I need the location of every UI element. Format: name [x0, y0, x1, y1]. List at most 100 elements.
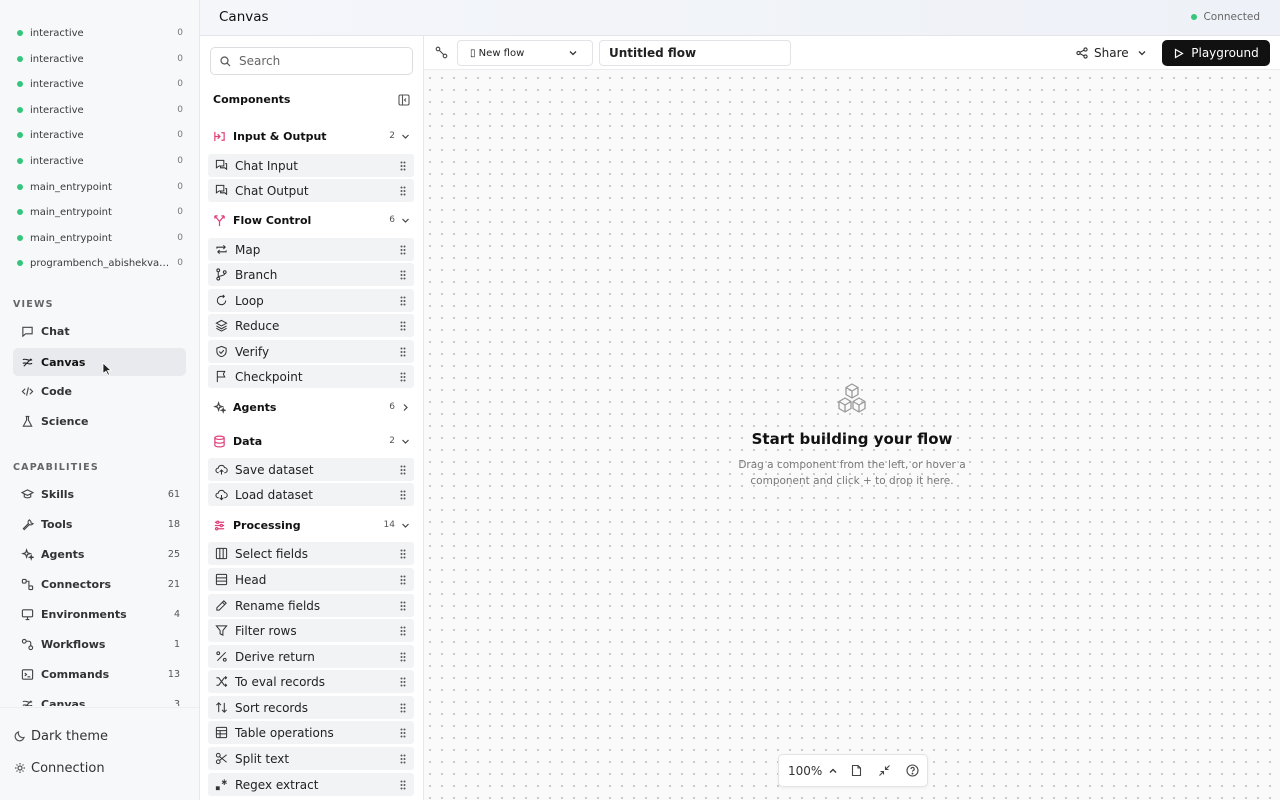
nav-item-agents[interactable]: Agents 25 — [13, 540, 186, 568]
nav-item-canvas[interactable]: Canvas — [13, 348, 186, 376]
search-input[interactable]: Search — [210, 47, 413, 75]
nav-item-code[interactable]: Code — [13, 377, 186, 405]
nav-item-chat[interactable]: Chat — [13, 317, 186, 345]
chat-bubbles-icon — [215, 184, 228, 196]
category-count: 14 — [383, 520, 395, 530]
drag-handle-icon[interactable] — [400, 372, 406, 382]
empty-state-description: Drag a component from the left, or hover… — [738, 459, 966, 487]
component-table-operations[interactable]: Table operations — [208, 721, 414, 744]
component-map[interactable]: Map — [208, 238, 414, 261]
session-item[interactable]: main_entrypoint 0 — [17, 202, 183, 222]
drag-handle-icon[interactable] — [400, 677, 406, 687]
nav-item-workflows[interactable]: Workflows 1 — [13, 630, 186, 658]
drag-handle-icon[interactable] — [400, 465, 406, 475]
session-count: 0 — [177, 233, 183, 243]
session-item[interactable]: interactive 0 — [17, 23, 183, 43]
component-sort-records[interactable]: Sort records — [208, 696, 414, 719]
component-reduce[interactable]: Reduce — [208, 314, 414, 337]
component-label: Derive return — [235, 649, 315, 664]
dark-theme-toggle[interactable]: Dark theme — [14, 725, 108, 747]
session-item[interactable]: interactive 0 — [17, 125, 183, 145]
input-output-icon — [214, 131, 225, 141]
nav-item-commands[interactable]: Commands 13 — [13, 660, 186, 688]
drag-handle-icon[interactable] — [400, 728, 406, 738]
component-loop[interactable]: Loop — [208, 289, 414, 312]
drag-handle-icon[interactable] — [400, 270, 406, 280]
component-split-text[interactable]: Split text — [208, 747, 414, 770]
category-flow-control[interactable]: Flow Control 6 — [213, 209, 413, 231]
component-chat-output[interactable]: Chat Output — [208, 179, 414, 202]
component-checkpoint[interactable]: Checkpoint — [208, 365, 414, 388]
component-verify[interactable]: Verify — [208, 340, 414, 363]
drag-handle-icon[interactable] — [400, 703, 406, 713]
session-item[interactable]: main_entrypoint 0 — [17, 228, 183, 248]
category-processing[interactable]: Processing 14 — [213, 514, 413, 536]
component-select-fields[interactable]: Select fields — [208, 542, 414, 565]
flow-name-input[interactable]: Untitled flow — [599, 40, 791, 66]
drag-handle-icon[interactable] — [400, 245, 406, 255]
drag-handle-icon[interactable] — [400, 549, 406, 559]
category-count: 2 — [389, 131, 395, 141]
status-dot — [17, 30, 23, 36]
nav-item-science[interactable]: Science — [13, 407, 186, 435]
category-input-output[interactable]: Input & Output 2 — [213, 125, 413, 147]
cloud-download-icon — [215, 489, 228, 501]
sidebar-scroll-area[interactable]: interactive 0 interactive 0 interactive 0 i… — [0, 20, 199, 706]
pencil-icon — [216, 600, 227, 611]
flow-icon[interactable] — [435, 46, 448, 59]
sidebar-collapse-icon[interactable] — [398, 94, 410, 106]
session-item[interactable]: interactive 0 — [17, 100, 183, 120]
component-chat-input[interactable]: Chat Input — [208, 154, 414, 177]
component-derive-return[interactable]: Derive return — [208, 645, 414, 668]
drag-handle-icon[interactable] — [400, 161, 406, 171]
drag-handle-icon[interactable] — [400, 754, 406, 764]
nav-item-connectors[interactable]: Connectors 21 — [13, 570, 186, 598]
chevron-down-icon — [1138, 51, 1146, 56]
drag-handle-icon[interactable] — [400, 321, 406, 331]
session-item[interactable]: interactive 0 — [17, 74, 183, 94]
nav-item-environments[interactable]: Environments 4 — [13, 600, 186, 628]
drag-handle-icon[interactable] — [400, 652, 406, 662]
category-data[interactable]: Data 2 — [213, 430, 413, 452]
help-icon[interactable] — [906, 764, 919, 777]
sparkles-icon — [213, 400, 226, 414]
drag-handle-icon[interactable] — [400, 601, 406, 611]
minimize-icon[interactable] — [878, 764, 891, 777]
component-regex-extract[interactable]: Regex extract — [208, 773, 414, 796]
canvas-toolbar: ▯ New flow Untitled flow Share Playgroun… — [424, 36, 1280, 70]
session-item[interactable]: programbench_abishekvas... 0 — [17, 253, 183, 273]
connection-settings[interactable]: Connection — [14, 757, 105, 779]
fit-page-icon[interactable] — [850, 764, 863, 777]
component-branch[interactable]: Branch — [208, 263, 414, 286]
component-load-dataset[interactable]: Load dataset — [208, 483, 414, 506]
zoom-level[interactable]: 100% — [788, 764, 822, 778]
session-item[interactable]: interactive 0 — [17, 49, 183, 69]
drag-handle-icon[interactable] — [400, 347, 406, 357]
drag-handle-icon[interactable] — [400, 780, 406, 790]
component-to-eval-records[interactable]: To eval records — [208, 670, 414, 693]
component-head[interactable]: Head — [208, 568, 414, 591]
drag-handle-icon[interactable] — [400, 186, 406, 196]
component-save-dataset[interactable]: Save dataset — [208, 458, 414, 481]
playground-label: Playground — [1191, 46, 1259, 60]
drag-handle-icon[interactable] — [400, 575, 406, 585]
nav-item-canvas-capability[interactable]: Canvas 3 — [13, 690, 186, 706]
capabilities-heading: CAPABILITIES — [13, 462, 99, 473]
drag-handle-icon[interactable] — [400, 490, 406, 500]
nav-item-skills[interactable]: Skills 61 — [13, 480, 186, 508]
nav-label: Skills — [41, 487, 75, 501]
category-agents[interactable]: Agents 6 — [213, 396, 413, 418]
session-item[interactable]: main_entrypoint 0 — [17, 177, 183, 197]
nav-label: Tools — [41, 517, 73, 531]
component-filter-rows[interactable]: Filter rows — [208, 619, 414, 642]
playground-button[interactable]: Playground — [1162, 40, 1270, 66]
nav-item-tools[interactable]: Tools 18 — [13, 510, 186, 538]
flow-select-dropdown[interactable]: ▯ New flow — [457, 40, 593, 66]
session-item[interactable]: interactive 0 — [17, 151, 183, 171]
share-button[interactable]: Share — [1076, 42, 1147, 64]
component-rename-fields[interactable]: Rename fields — [208, 594, 414, 617]
drag-handle-icon[interactable] — [400, 296, 406, 306]
chevron-up-icon[interactable] — [828, 766, 838, 776]
layers-icon — [215, 319, 228, 332]
drag-handle-icon[interactable] — [400, 626, 406, 636]
